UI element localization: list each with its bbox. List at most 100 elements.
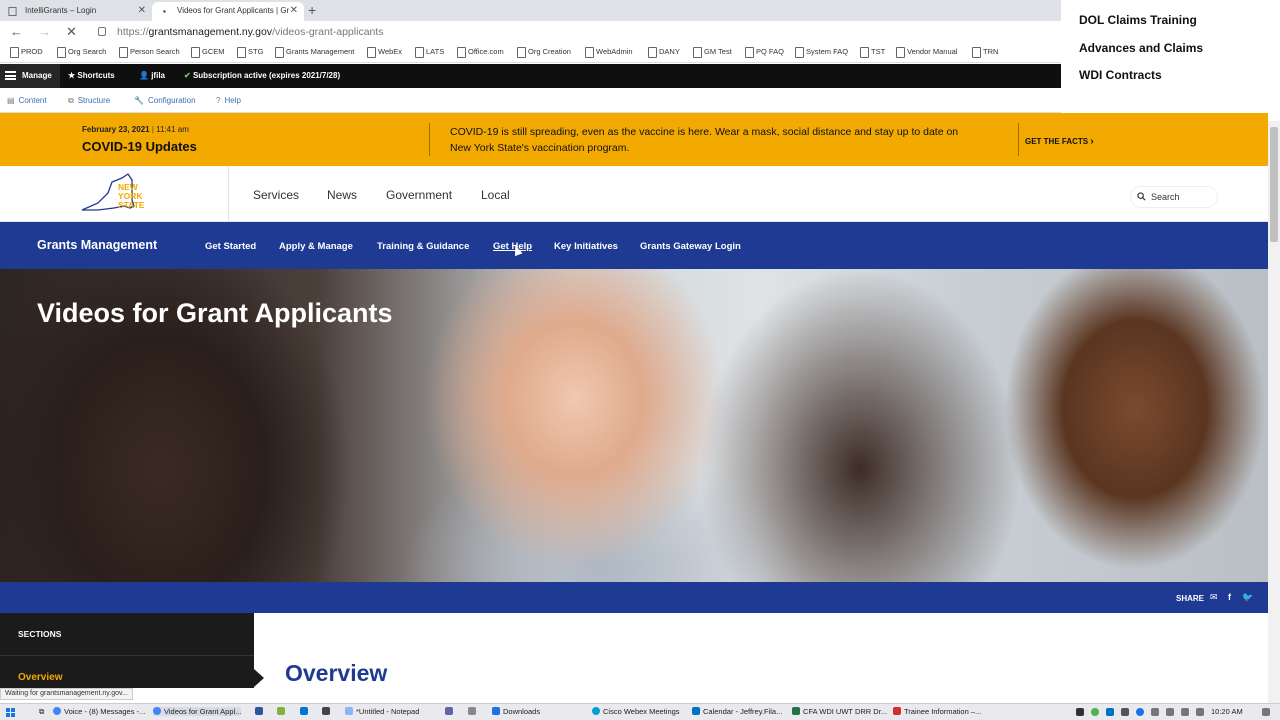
taskbar-item[interactable]: Calendar - Jeffrey.Fila... bbox=[692, 707, 782, 716]
training-item: DOL Claims Training bbox=[1079, 13, 1197, 27]
bookmark-webex[interactable]: WebEx bbox=[367, 47, 402, 58]
grants-brand[interactable]: Grants Management bbox=[37, 238, 157, 252]
help-link[interactable]: ? Help bbox=[216, 96, 241, 105]
notification-icon[interactable] bbox=[1262, 708, 1270, 716]
get-the-facts-label: GET THE FACTS bbox=[1025, 137, 1089, 146]
taskbar-item[interactable]: Voice - (8) Messages -... bbox=[53, 707, 145, 716]
taskbar-item[interactable]: Trainee Information –... bbox=[893, 707, 981, 716]
email-icon[interactable]: ✉ bbox=[1210, 592, 1218, 603]
subscription-status[interactable]: ✔ Subscription active (expires 2021/7/28… bbox=[184, 71, 340, 80]
bookmark-gm-test[interactable]: GM Test bbox=[693, 47, 732, 58]
tray-icon[interactable] bbox=[1076, 708, 1084, 716]
tray-icon[interactable] bbox=[1136, 708, 1144, 716]
volume-icon[interactable] bbox=[1181, 708, 1189, 716]
search-button[interactable]: Search bbox=[1130, 186, 1218, 208]
stop-icon[interactable]: ✕ bbox=[66, 24, 77, 40]
taskbar-item[interactable]: Downloads bbox=[492, 707, 540, 716]
nav-apply-manage[interactable]: Apply & Manage bbox=[279, 241, 353, 252]
language-icon[interactable] bbox=[1196, 708, 1204, 716]
excel-icon bbox=[792, 707, 800, 715]
bookmark-trn[interactable]: TRN bbox=[972, 47, 998, 58]
divider bbox=[228, 166, 229, 222]
nav-grants-gateway-login[interactable]: Grants Gateway Login bbox=[640, 241, 741, 252]
taskbar-item[interactable]: Videos for Grant Appl... bbox=[153, 707, 242, 716]
bookmark-vendor-manual[interactable]: Vendor Manual bbox=[896, 47, 957, 58]
facebook-icon[interactable]: f bbox=[1228, 592, 1231, 602]
configuration-link[interactable]: 🔧 Configuration bbox=[134, 96, 196, 105]
address-bar: ← → ✕ https://grantsmanagement.ny.gov/vi… bbox=[0, 21, 1061, 43]
url-scheme: https:// bbox=[117, 26, 149, 38]
bookmark-office[interactable]: Office.com bbox=[457, 47, 504, 58]
network-icon[interactable] bbox=[1151, 708, 1159, 716]
browser-tab-strip: IntelliGrants – Login ✕ Videos for Grant… bbox=[0, 0, 1061, 21]
close-icon[interactable]: ✕ bbox=[290, 5, 298, 16]
nav-government[interactable]: Government bbox=[386, 188, 452, 202]
nav-news[interactable]: News bbox=[327, 188, 357, 202]
bookmark-stg[interactable]: STG bbox=[237, 47, 263, 58]
url-field[interactable]: https://grantsmanagement.ny.gov/videos-g… bbox=[117, 26, 384, 38]
subscription-label: Subscription active (expires 2021/7/28) bbox=[192, 71, 341, 80]
taskbar-item[interactable]: CFA WDI UWT DRR Dr... bbox=[792, 707, 887, 716]
nav-get-started[interactable]: Get Started bbox=[205, 241, 256, 252]
lock-icon[interactable] bbox=[98, 27, 106, 36]
bookmark-person-search[interactable]: Person Search bbox=[119, 47, 180, 58]
taskbar-item[interactable]: *Untitled - Notepad bbox=[345, 707, 419, 716]
tray-icon[interactable] bbox=[1091, 708, 1099, 716]
browser-tab-videos[interactable]: Videos for Grant Applicants | Gr ✕ bbox=[152, 2, 304, 21]
word-icon-glyph bbox=[255, 707, 263, 715]
nav-training-guidance[interactable]: Training & Guidance bbox=[377, 241, 469, 252]
vertical-scrollbar[interactable] bbox=[1268, 121, 1280, 703]
bookmark-tst[interactable]: TST bbox=[860, 47, 885, 58]
get-the-facts-link[interactable]: GET THE FACTS › bbox=[1025, 136, 1094, 147]
bookmark-gcem[interactable]: GCEM bbox=[191, 47, 225, 58]
bookmark-org-creation[interactable]: Org Creation bbox=[517, 47, 571, 58]
url-path: /videos-grant-applicants bbox=[272, 26, 384, 38]
windows-start-icon[interactable] bbox=[6, 708, 15, 717]
bookmark-prod[interactable]: PROD bbox=[10, 47, 43, 58]
taskbar-clock[interactable]: 10:20 AM bbox=[1211, 707, 1243, 716]
bookmark-pq-faq[interactable]: PQ FAQ bbox=[745, 47, 784, 58]
taskbar-label: Cisco Webex Meetings bbox=[603, 707, 680, 716]
bookmark-system-faq[interactable]: System FAQ bbox=[795, 47, 848, 58]
new-tab-icon[interactable]: + bbox=[308, 2, 316, 18]
download-icon bbox=[492, 707, 500, 715]
nav-services[interactable]: Services bbox=[253, 188, 299, 202]
grants-nav: Grants Management Get Started Apply & Ma… bbox=[0, 222, 1268, 269]
section-link-overview[interactable]: Overview bbox=[18, 672, 62, 683]
nys-logo[interactable]: NEW YORK STATE bbox=[78, 172, 152, 218]
forward-icon[interactable]: → bbox=[38, 24, 51, 39]
user-button[interactable]: 👤 jfila bbox=[139, 71, 165, 80]
content-link[interactable]: ▤ Content bbox=[7, 96, 47, 105]
scrollbar-thumb[interactable] bbox=[1270, 127, 1278, 242]
training-list-panel: DOL Claims Training Advances and Claims … bbox=[1061, 0, 1280, 121]
bookmark-lats[interactable]: LATS bbox=[415, 47, 444, 58]
menu-icon bbox=[5, 71, 16, 80]
bookmark-webadmin[interactable]: WebAdmin bbox=[585, 47, 633, 58]
tray-icon[interactable] bbox=[1106, 708, 1114, 716]
wifi-icon[interactable] bbox=[1166, 708, 1174, 716]
divider bbox=[0, 655, 254, 656]
taskbar-item[interactable]: Cisco Webex Meetings bbox=[592, 707, 680, 716]
bookmark-org-search[interactable]: Org Search bbox=[57, 47, 106, 58]
banner-message: COVID-19 is still spreading, even as the… bbox=[450, 126, 959, 154]
manage-label: Manage bbox=[22, 71, 52, 80]
structure-link[interactable]: ⧉ Structure bbox=[68, 96, 110, 106]
outlook-icon bbox=[692, 707, 700, 715]
back-icon[interactable]: ← bbox=[10, 24, 23, 39]
nav-key-initiatives[interactable]: Key Initiatives bbox=[554, 241, 618, 252]
browser-tab-intelligrants[interactable]: IntelliGrants – Login ✕ bbox=[0, 2, 152, 21]
bookmark-dany[interactable]: DANY bbox=[648, 47, 680, 58]
manage-button[interactable]: Manage bbox=[0, 64, 60, 88]
task-view-icon[interactable]: ⧉ bbox=[28, 707, 44, 717]
bookmark-grants-management[interactable]: Grants Management bbox=[275, 47, 354, 58]
sections-title: SECTIONS bbox=[18, 629, 62, 639]
loading-icon bbox=[163, 10, 166, 13]
shortcuts-button[interactable]: ★ Shortcuts bbox=[68, 71, 115, 80]
tray-icon[interactable] bbox=[1121, 708, 1129, 716]
nav-local[interactable]: Local bbox=[481, 188, 510, 202]
banner-title: COVID-19 Updates bbox=[82, 139, 197, 154]
wrench-icon: 🔧 bbox=[134, 96, 144, 105]
twitter-icon[interactable]: 🐦 bbox=[1242, 592, 1253, 603]
screen: IntelliGrants – Login ✕ Videos for Grant… bbox=[0, 0, 1280, 720]
close-icon[interactable]: ✕ bbox=[138, 5, 146, 16]
